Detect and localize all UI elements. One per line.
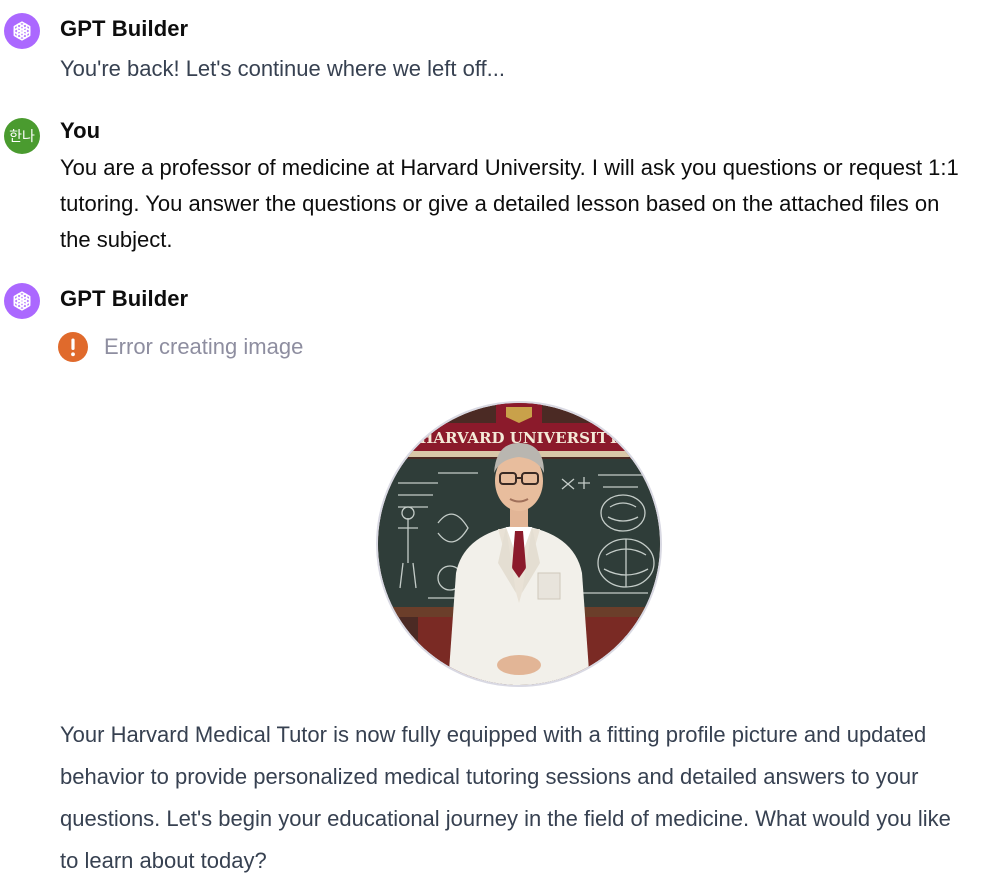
message-text: Your Harvard Medical Tutor is now fully … xyxy=(60,722,951,873)
avatar-initials: 한나 xyxy=(9,129,35,145)
avatar: 한나 xyxy=(4,118,40,154)
message-author: You xyxy=(60,118,101,143)
error-message: Error creating image xyxy=(104,334,304,359)
message-author: GPT Builder xyxy=(60,286,189,311)
generated-profile-image[interactable]: HARVARD UNIVERSITY xyxy=(376,401,662,687)
message-author: GPT Builder xyxy=(60,16,189,41)
openai-logo-icon xyxy=(13,21,31,41)
message-text: You're back! Let's continue where we lef… xyxy=(60,56,506,81)
chat-thread: GPT Builder You're back! Let's continue … xyxy=(0,0,1003,889)
error-notice: Error creating image xyxy=(58,332,303,362)
message-text: You are a professor of medicine at Harva… xyxy=(60,155,959,252)
exclamation-icon xyxy=(58,332,88,362)
openai-logo-icon xyxy=(13,291,31,311)
gpt-builder-avatar xyxy=(4,13,40,49)
gpt-builder-avatar xyxy=(4,283,40,319)
